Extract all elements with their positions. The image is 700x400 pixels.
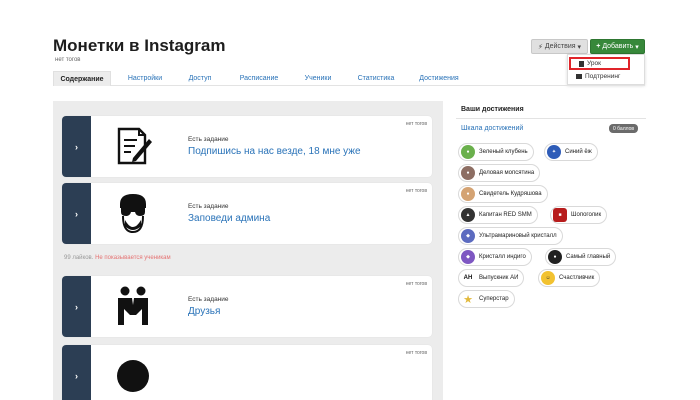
graduate-icon: AH xyxy=(461,271,475,285)
tab-statistics[interactable]: Статистика xyxy=(348,71,404,86)
achievement-badge[interactable]: ● Зеленый клубень xyxy=(458,143,534,161)
cat-captain-icon: ▲ xyxy=(461,208,475,222)
caret-down-icon: ▾ xyxy=(577,43,582,51)
indigo-crystal-icon: ◆ xyxy=(461,250,475,264)
lesson-tags: нет тогов xyxy=(405,188,427,194)
caret-down-icon: ▾ xyxy=(635,43,639,51)
dropdown-item-lesson[interactable]: Урок xyxy=(569,57,630,70)
lesson-tags: нет тогов xyxy=(405,281,427,287)
achievement-label: Ультрамариновый кристалл xyxy=(479,233,557,239)
chevron-right-icon: › xyxy=(75,370,78,381)
achievement-badge[interactable]: AH Выпускник АИ xyxy=(458,269,525,287)
lesson-kind: Есть задание xyxy=(188,203,229,210)
lightning-icon: ⚡ xyxy=(537,43,543,51)
expand-button[interactable]: › xyxy=(62,345,91,400)
lesson-tags: нет тогов xyxy=(405,121,427,127)
page-tags: нет тогов xyxy=(55,57,81,63)
tab-content[interactable]: Содержание xyxy=(53,71,111,86)
page-title: Монетки в Instagram xyxy=(53,36,226,55)
achievements-title: Ваши достижения xyxy=(461,106,524,113)
lesson-feed: › Есть задание Подпишись на нас везде, 1… xyxy=(53,101,443,400)
achievement-label: Счастливчик xyxy=(559,275,595,281)
tab-settings[interactable]: Настройки xyxy=(115,71,175,86)
star-icon: ★ xyxy=(461,292,475,306)
achievement-label: Деловая мопсятина xyxy=(479,170,535,176)
lesson-card[interactable]: › Есть задание Заповеди админа нет тогов xyxy=(62,183,432,244)
tab-bar: Содержание Настройки Доступ Расписание У… xyxy=(53,71,645,86)
achievement-badge[interactable]: ● Деловая мопсятина xyxy=(458,164,541,182)
achievement-badge[interactable]: ★ Суперстар xyxy=(458,290,515,308)
lesson-kind: Есть задание xyxy=(188,136,229,143)
contract-pen-icon xyxy=(111,124,155,168)
achievement-badge[interactable]: ● Самый главный xyxy=(545,248,617,266)
expand-button[interactable]: › xyxy=(62,116,91,177)
achievement-label: Синий ёж xyxy=(565,149,592,155)
plus-icon: + xyxy=(596,43,601,50)
add-button-label: Добавить xyxy=(602,43,634,50)
achievement-label: Самый главный xyxy=(566,254,611,260)
dropdown-item-label: Урок xyxy=(587,60,601,67)
expand-button[interactable]: › xyxy=(62,183,91,244)
hidden-notice: Не показывается ученикам xyxy=(95,255,171,261)
blue-hedgehog-icon: ✦ xyxy=(547,145,561,159)
achievement-badge[interactable]: ▲ Капитан RED SMM xyxy=(458,206,538,224)
green-potato-icon: ● xyxy=(461,145,475,159)
lesson-tags: нет тогов xyxy=(405,350,427,356)
lesson-card[interactable]: › нет тогов xyxy=(62,345,432,400)
achievement-label: Капитан RED SMM xyxy=(479,212,532,218)
chevron-right-icon: › xyxy=(75,301,78,312)
achievements-scale-link[interactable]: Шкала достижений xyxy=(461,125,523,132)
chevron-right-icon: › xyxy=(75,141,78,152)
achievement-badge[interactable]: ● Свидетель Кудряшова xyxy=(458,185,548,203)
add-button[interactable]: + Добавить ▾ xyxy=(590,39,645,54)
achievement-label: Зеленый клубень xyxy=(479,149,528,155)
shopping-bag-icon: ■ xyxy=(553,208,567,222)
achievement-label: Кристалл индиго xyxy=(479,254,526,260)
two-people-icon xyxy=(111,284,155,328)
document-icon xyxy=(579,60,584,67)
lesson-card[interactable]: › Есть задание Подпишись на нас везде, 1… xyxy=(62,116,432,177)
actions-button-label: Действия xyxy=(544,43,576,50)
chevron-right-icon: › xyxy=(75,208,78,219)
smiley-face-icon: ☺ xyxy=(541,271,555,285)
expand-button[interactable]: › xyxy=(62,276,91,337)
achievement-badge[interactable]: ◆ Кристалл индиго xyxy=(458,248,532,266)
tab-students[interactable]: Ученики xyxy=(293,71,343,86)
achievement-label: Свидетель Кудряшова xyxy=(479,191,542,197)
ultramarine-crystal-icon: ◆ xyxy=(461,229,475,243)
likes-count: 99 лайков. xyxy=(64,255,94,261)
sunglasses-face-icon xyxy=(111,191,155,235)
tab-schedule[interactable]: Расписание xyxy=(231,71,287,86)
curly-face-icon: ● xyxy=(461,187,475,201)
achievement-badge[interactable]: ☺ Счастливчик xyxy=(538,269,601,287)
tab-achievements[interactable]: Достижения xyxy=(409,71,469,86)
achievement-label: Суперстар xyxy=(479,296,509,302)
points-badge: 0 баллов xyxy=(609,124,639,133)
achievement-badge[interactable]: ◆ Ультрамариновый кристалл xyxy=(458,227,563,245)
lesson-title-link[interactable]: Подпишись на нас везде, 18 мне уже xyxy=(188,146,361,157)
circle-avatar-icon xyxy=(111,353,155,397)
lesson-likes: 99 лайков. Не показывается ученикам xyxy=(64,255,171,261)
mask-icon: ● xyxy=(548,250,562,264)
tab-access[interactable]: Доступ xyxy=(178,71,222,86)
lesson-card[interactable]: › Есть задание Друзья нет тогов xyxy=(62,276,432,337)
lesson-title-link[interactable]: Заповеди админа xyxy=(188,213,270,224)
actions-button[interactable]: ⚡ Действия ▾ xyxy=(531,39,588,54)
achievement-label: Шопоголик xyxy=(571,212,602,218)
divider xyxy=(456,118,646,119)
lesson-title-link[interactable]: Друзья xyxy=(188,306,220,317)
achievement-badge[interactable]: ■ Шопоголик xyxy=(550,206,608,224)
achievement-badge[interactable]: ✦ Синий ёж xyxy=(544,143,598,161)
pug-icon: ● xyxy=(461,166,475,180)
lesson-kind: Есть задание xyxy=(188,296,229,303)
achievement-label: Выпускник АИ xyxy=(479,275,519,281)
